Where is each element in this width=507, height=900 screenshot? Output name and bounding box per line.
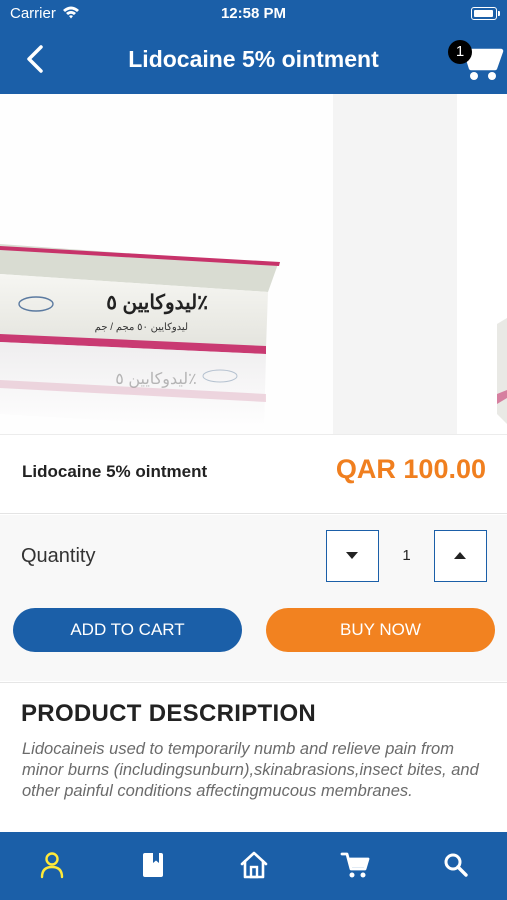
product-description-section: PRODUCT DESCRIPTION Lidocaineis used to … <box>0 682 507 832</box>
battery-icon <box>471 7 500 20</box>
back-button[interactable] <box>22 43 50 75</box>
next-box-edge <box>497 318 507 424</box>
product-name: Lidocaine 5% ointment <box>22 462 208 481</box>
quantity-value: 1 <box>402 547 411 564</box>
next-product-image-peek[interactable] <box>457 94 507 434</box>
search-icon <box>444 853 468 877</box>
product-price: QAR 100.00 <box>335 454 486 484</box>
user-icon <box>40 852 64 879</box>
caret-up-icon <box>454 552 466 559</box>
cart-count-badge: 1 <box>448 40 472 64</box>
product-summary: Lidocaine 5% ointment QAR 100.00 <box>0 434 507 514</box>
caret-down-icon <box>346 552 358 559</box>
quantity-section: Quantity 1 ADD TO CART BUY NOW <box>0 515 507 681</box>
app-header: Carrier 12:58 PM Lidocaine 5% ointment 1 <box>0 0 507 94</box>
status-bar: Carrier 12:58 PM <box>0 0 507 28</box>
description-heading: PRODUCT DESCRIPTION <box>21 700 317 727</box>
tab-search[interactable] <box>441 850 471 880</box>
bottom-tab-bar <box>0 832 507 900</box>
tab-home[interactable] <box>239 850 269 880</box>
gallery-spacer <box>333 94 457 434</box>
box-subtitle-text: ليدوكايين ٥٠ مجم / جم <box>95 322 188 333</box>
box-title-reflection: ليدوكايين ٥٪ <box>115 371 196 388</box>
description-text: Lidocaineis used to temporarily numb and… <box>22 740 479 800</box>
buy-now-button[interactable]: BUY NOW <box>266 608 495 652</box>
cart-icon <box>340 852 370 878</box>
chevron-left-icon <box>27 45 43 73</box>
tab-catalog[interactable] <box>138 850 168 880</box>
box-title-text: ليدوكايين ٥٪ <box>106 292 208 315</box>
page-title: Lidocaine 5% ointment <box>128 46 379 72</box>
book-icon <box>143 853 163 877</box>
tab-account[interactable] <box>37 850 67 880</box>
add-to-cart-button[interactable]: ADD TO CART <box>13 608 242 652</box>
ointment-box-image: ليدوكايين ٥٪ ليدوكايين ٥٠ مجم / جم ليدوك… <box>0 244 280 430</box>
home-icon <box>240 851 268 879</box>
product-image: ليدوكايين ٥٪ ليدوكايين ٥٠ مجم / جم ليدوك… <box>0 94 333 434</box>
quantity-increment-button[interactable] <box>434 530 487 582</box>
quantity-label: Quantity <box>21 545 96 567</box>
tab-cart[interactable] <box>340 850 370 880</box>
status-time: 12:58 PM <box>220 5 287 22</box>
product-image-gallery[interactable]: ليدوكايين ٥٪ ليدوكايين ٥٠ مجم / جم ليدوك… <box>0 94 507 434</box>
quantity-decrement-button[interactable] <box>326 530 379 582</box>
